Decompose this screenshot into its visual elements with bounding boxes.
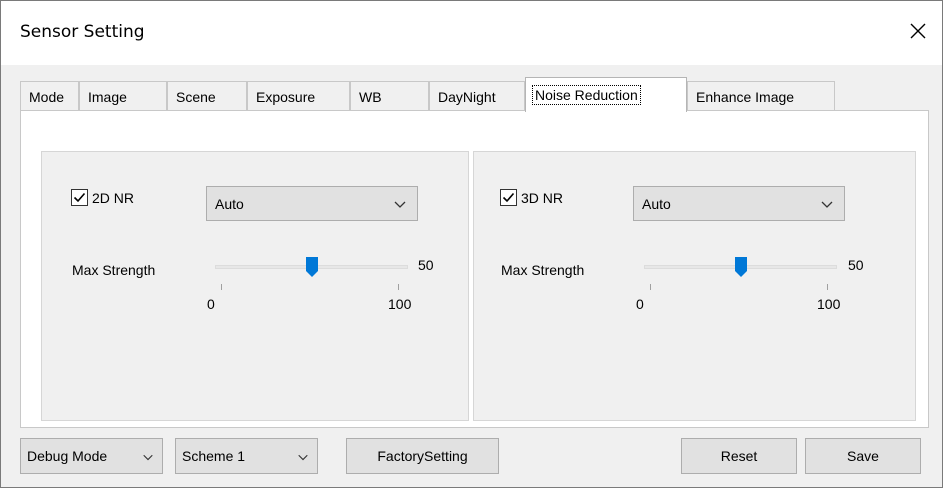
nr3d-mode-value: Auto	[642, 195, 671, 212]
debug-mode-select[interactable]: Debug Mode	[20, 438, 163, 474]
tab-label: WB	[359, 88, 382, 105]
tab-noise-reduction[interactable]: Noise Reduction	[525, 77, 687, 112]
save-button[interactable]: Save	[805, 438, 921, 474]
nr2d-max-label: 100	[388, 296, 412, 312]
nr3d-strength-value: 50	[848, 257, 864, 273]
nr3d-checkbox[interactable]: 3D NR	[500, 189, 563, 206]
nr2d-strength-value: 50	[418, 257, 434, 273]
debug-mode-value: Debug Mode	[27, 448, 108, 464]
chevron-down-icon	[394, 201, 406, 208]
checkbox-box	[71, 189, 88, 206]
tab-strip: Mode Image Scene Exposure WB DayNight No…	[20, 77, 925, 112]
nr2d-checkbox[interactable]: 2D NR	[71, 189, 134, 206]
tab-daynight[interactable]: DayNight	[429, 81, 525, 111]
scheme-value: Scheme 1	[182, 448, 246, 464]
chevron-down-icon	[295, 450, 309, 464]
reset-button[interactable]: Reset	[681, 438, 797, 474]
nr3d-min-label: 0	[636, 296, 644, 312]
checkbox-box	[500, 189, 517, 206]
tab-label: Scene	[176, 88, 216, 105]
title-bar: Sensor Setting	[1, 1, 942, 65]
nr3d-checkbox-label: 3D NR	[521, 189, 564, 206]
tab-label: Image	[88, 88, 127, 105]
tab-label: Exposure	[256, 88, 316, 105]
nr2d-tick-max	[398, 284, 399, 290]
close-icon	[910, 23, 926, 39]
tab-exposure[interactable]: Exposure	[247, 81, 350, 111]
nr3d-tick-min	[650, 284, 651, 290]
nr3d-tick-max	[827, 284, 828, 290]
reset-label: Reset	[720, 448, 758, 464]
tab-label: Noise Reduction	[532, 85, 641, 105]
checkmark-icon	[502, 192, 515, 203]
factory-setting-button[interactable]: FactorySetting	[346, 438, 499, 474]
checkmark-icon	[73, 192, 86, 203]
tab-scene[interactable]: Scene	[167, 81, 247, 111]
chevron-down-icon	[140, 450, 154, 464]
nr2d-min-label: 0	[207, 296, 215, 312]
nr2d-slider-thumb[interactable]	[306, 257, 318, 277]
nr2d-strength-label: Max Strength	[72, 262, 156, 278]
dialog-title: Sensor Setting	[20, 22, 145, 42]
nr3d-max-label: 100	[817, 296, 841, 312]
nr3d-strength-label: Max Strength	[501, 262, 585, 278]
nr2d-mode-value: Auto	[215, 195, 244, 212]
noise-reduction-panel: 2D NR Auto Max Strength 50 0 100 3D NR A…	[20, 110, 929, 428]
tab-wb[interactable]: WB	[350, 81, 429, 111]
nr3d-slider-thumb[interactable]	[735, 257, 747, 277]
nr3d-group: 3D NR Auto Max Strength 50 0 100	[473, 151, 916, 421]
nr2d-mode-select[interactable]: Auto	[206, 186, 418, 221]
nr2d-checkbox-label: 2D NR	[92, 189, 135, 206]
nr2d-group: 2D NR Auto Max Strength 50 0 100	[41, 151, 469, 421]
tab-label: Mode	[29, 88, 65, 105]
tab-label: DayNight	[438, 88, 496, 105]
tab-enhance-image[interactable]: Enhance Image	[687, 81, 835, 111]
close-button[interactable]	[902, 15, 934, 47]
chevron-down-icon	[821, 201, 833, 208]
tab-label: Enhance Image	[696, 88, 795, 105]
nr2d-tick-min	[221, 284, 222, 290]
nr3d-mode-select[interactable]: Auto	[633, 186, 845, 221]
save-label: Save	[847, 448, 879, 464]
tab-mode[interactable]: Mode	[20, 81, 79, 111]
tab-image[interactable]: Image	[79, 81, 167, 111]
factory-setting-label: FactorySetting	[377, 448, 468, 464]
sensor-setting-dialog: Sensor Setting Mode Image Scene Exposure…	[0, 0, 943, 488]
scheme-select[interactable]: Scheme 1	[175, 438, 318, 474]
